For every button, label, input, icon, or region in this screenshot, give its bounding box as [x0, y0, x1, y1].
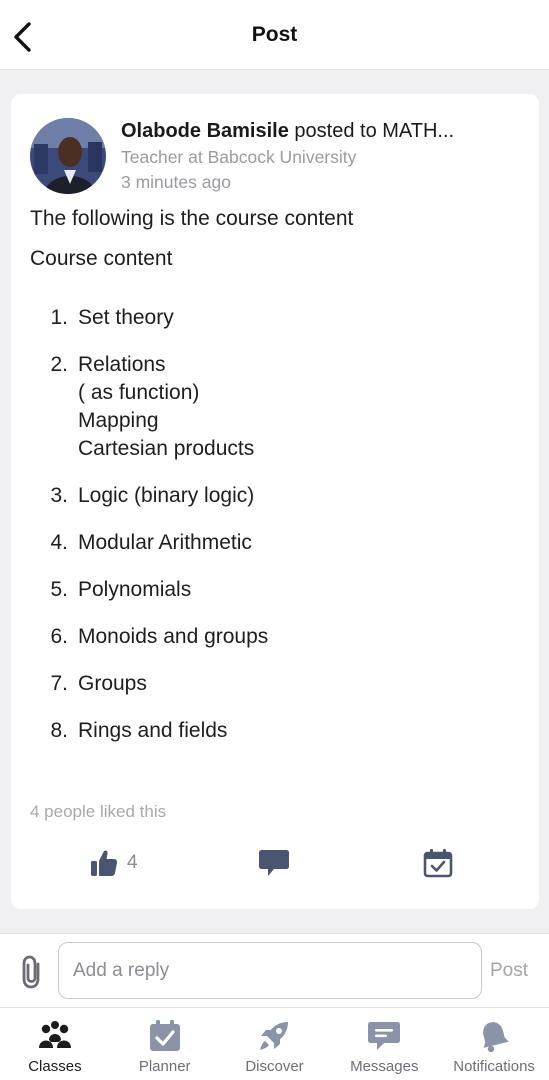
tab-notifications[interactable]: Notifications — [439, 1008, 549, 1080]
list-item: 2. Relations ( as function) Mapping Carte… — [50, 353, 255, 460]
list-item: 8. Rings and fields — [50, 719, 228, 742]
list-item: 4. Modular Arithmetic — [50, 531, 252, 554]
bell-icon — [483, 1022, 509, 1053]
back-button[interactable] — [10, 20, 36, 54]
top-bar: Post — [0, 0, 549, 70]
chevron-left-icon — [14, 22, 31, 52]
bottom-tab-bar: Classes Planner Discover Messages Notifi… — [0, 1007, 549, 1080]
calendar-check-icon — [423, 849, 453, 878]
post-reply-button[interactable]: Post — [490, 960, 528, 982]
author-line: Olabode Bamisile posted to MATH... — [121, 120, 521, 143]
classes-icon — [38, 1021, 71, 1048]
planner-icon — [149, 1020, 180, 1051]
chat-bubble-icon — [368, 1022, 401, 1050]
post-card: Olabode Bamisile posted to MATH... Teach… — [11, 94, 539, 909]
tab-label: Messages — [350, 1058, 419, 1075]
posted-to-text[interactable]: posted to MATH... — [289, 120, 454, 142]
rocket-icon — [260, 1022, 289, 1050]
attach-button[interactable] — [16, 954, 50, 990]
list-item: 6. Monoids and groups — [50, 625, 269, 648]
tab-classes[interactable]: Classes — [0, 1008, 110, 1080]
tab-label: Discover — [245, 1058, 304, 1075]
thumbs-up-icon — [91, 850, 118, 876]
list-item: 7. Groups — [50, 672, 147, 695]
tab-label: Notifications — [453, 1058, 535, 1075]
tab-planner[interactable]: Planner — [110, 1008, 220, 1080]
like-count: 4 — [127, 852, 138, 873]
list-item: 3. Logic (binary logic) — [50, 484, 255, 507]
author-subtitle: Teacher at Babcock University — [121, 147, 357, 167]
avatar-photo — [30, 118, 106, 194]
add-to-planner-button[interactable] — [423, 846, 453, 880]
tab-discover[interactable]: Discover — [220, 1008, 330, 1080]
tab-messages[interactable]: Messages — [329, 1008, 439, 1080]
likes-summary[interactable]: 4 people liked this — [30, 802, 166, 822]
comment-button[interactable] — [258, 846, 290, 880]
author-name[interactable]: Olabode Bamisile — [121, 120, 289, 142]
content-heading: Course content — [30, 247, 173, 270]
list-item: 5. Polynomials — [50, 578, 192, 601]
list-item: 1. Set theory — [50, 306, 174, 329]
reply-bar: Post — [0, 933, 549, 1007]
reply-input[interactable] — [58, 942, 482, 999]
page-title: Post — [251, 22, 298, 46]
post-timestamp: 3 minutes ago — [121, 172, 231, 192]
chat-bubble-icon — [259, 850, 289, 876]
paperclip-icon — [22, 955, 40, 989]
post-intro: The following is the course content — [30, 207, 354, 230]
tab-label: Planner — [138, 1058, 191, 1075]
course-content-list: 1. Set theory 2. Relations ( as function) … — [30, 304, 510, 764]
avatar[interactable] — [30, 118, 106, 194]
like-button[interactable]: 4 — [89, 846, 138, 880]
tab-label: Classes — [28, 1058, 82, 1075]
